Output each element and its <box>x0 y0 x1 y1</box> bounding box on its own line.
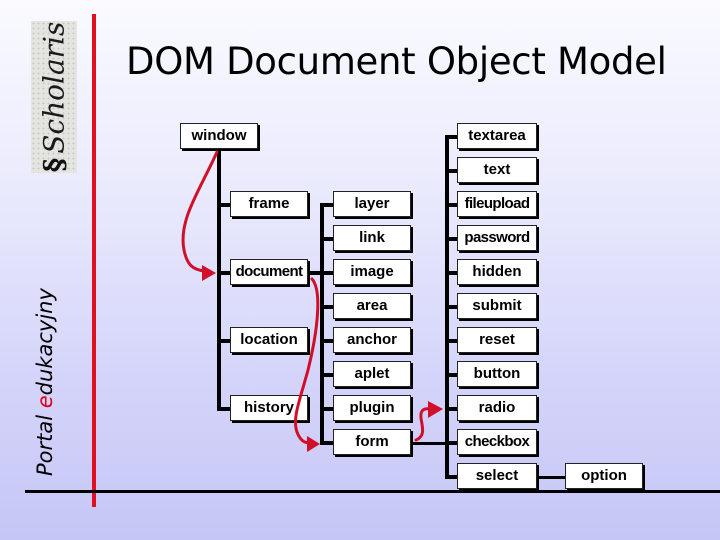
arrow-window-to-document <box>181 150 219 273</box>
arrowhead-document <box>202 265 216 281</box>
arrowhead-formelements <box>428 401 443 418</box>
arrows-layer <box>181 150 443 452</box>
arrow-document-to-form <box>293 277 320 445</box>
arrowhead-form <box>307 436 320 452</box>
arrow-form-to-formelements <box>414 407 432 442</box>
